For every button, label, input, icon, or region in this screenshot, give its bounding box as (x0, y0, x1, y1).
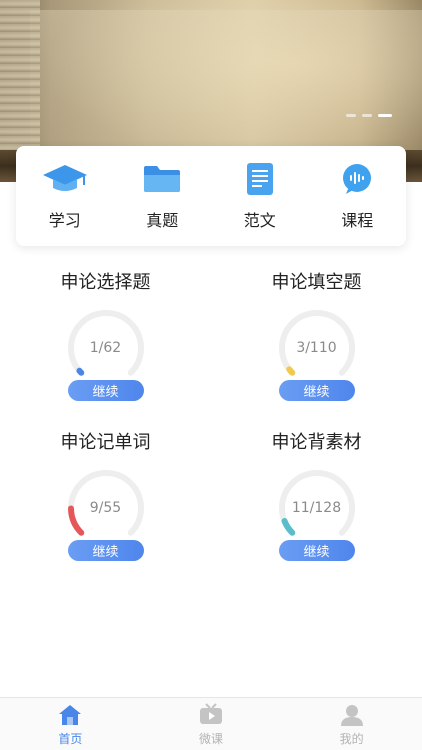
carousel-dot-active[interactable] (378, 114, 392, 117)
quick-links-card: 学习 真题 范文 课程 (16, 146, 406, 246)
quick-link-course[interactable]: 课程 (317, 161, 397, 231)
quick-link-label: 课程 (341, 211, 374, 230)
folder-icon (138, 161, 186, 197)
video-icon (197, 702, 225, 728)
tab-profile[interactable]: 我的 (312, 702, 392, 747)
progress-ring-text: 9/55 (89, 500, 122, 516)
tab-label: 微课 (198, 731, 223, 746)
banner-paper (30, 10, 422, 155)
quick-link-study[interactable]: 学习 (25, 161, 105, 231)
tab-label: 我的 (339, 731, 364, 746)
tab-micro-course[interactable]: 微课 (171, 702, 251, 747)
progress-card-vocabulary[interactable]: 申论记单词 9/55 继续 (0, 428, 211, 578)
progress-ring-text: 1/62 (89, 340, 122, 356)
carousel-dot[interactable] (362, 114, 372, 117)
tab-home[interactable]: 首页 (30, 702, 110, 747)
quick-link-label: 真题 (146, 211, 179, 230)
progress-ring-text: 11/128 (291, 500, 342, 516)
home-icon (56, 702, 84, 728)
progress-ring: 11/128 (277, 468, 357, 548)
bottom-tab-bar: 首页 微课 我的 (0, 697, 422, 750)
progress-ring-text: 3/110 (296, 340, 337, 356)
carousel-dot[interactable] (346, 114, 356, 117)
document-icon (236, 161, 284, 197)
continue-button[interactable]: 继续 (278, 540, 355, 561)
tab-label: 首页 (58, 731, 83, 746)
progress-card-title: 申论记单词 (60, 432, 151, 453)
quick-link-label: 学习 (48, 211, 81, 230)
audio-chat-icon (333, 161, 381, 197)
quick-link-exam[interactable]: 真题 (122, 161, 202, 231)
graduation-cap-icon (41, 161, 89, 197)
progress-card-title: 申论背素材 (271, 432, 362, 453)
progress-ring: 9/55 (66, 468, 146, 548)
user-icon (338, 702, 366, 728)
progress-card-materials[interactable]: 申论背素材 11/128 继续 (211, 428, 422, 578)
progress-card-title: 申论填空题 (271, 272, 362, 293)
quick-link-label: 范文 (243, 211, 276, 230)
progress-ring: 1/62 (66, 308, 146, 388)
quick-link-essay[interactable]: 范文 (220, 161, 300, 231)
progress-ring: 3/110 (277, 308, 357, 388)
continue-button[interactable]: 继续 (67, 540, 144, 561)
continue-button[interactable]: 继续 (278, 380, 355, 401)
progress-card-fill-blank[interactable]: 申论填空题 3/110 继续 (211, 268, 422, 418)
carousel-indicator (346, 114, 392, 117)
progress-card-title: 申论选择题 (60, 272, 151, 293)
progress-card-choice[interactable]: 申论选择题 1/62 继续 (0, 268, 211, 418)
continue-button[interactable]: 继续 (67, 380, 144, 401)
